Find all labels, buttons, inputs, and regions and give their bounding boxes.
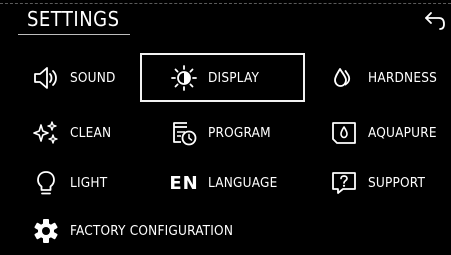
display-label: DISPLAY (208, 69, 260, 86)
question-icon (330, 169, 358, 197)
support-button[interactable]: SUPPORT (330, 166, 425, 200)
aquapure-button[interactable]: AQUAPURE (330, 116, 437, 150)
light-button[interactable]: LIGHT (32, 166, 107, 200)
speaker-icon (32, 64, 60, 92)
water-drops-icon (330, 64, 358, 92)
back-arrow-icon (425, 12, 445, 30)
display-button[interactable]: DISPLAY (140, 53, 305, 102)
program-button[interactable]: PROGRAM (170, 116, 271, 150)
title-underline (18, 34, 130, 35)
sound-label: SOUND (70, 70, 116, 86)
clean-label: CLEAN (70, 125, 112, 141)
factory-configuration-label: FACTORY CONFIGURATION (70, 223, 234, 239)
gear-icon (32, 217, 60, 245)
program-clock-icon (170, 119, 198, 147)
support-label: SUPPORT (368, 175, 426, 191)
factory-configuration-button[interactable]: FACTORY CONFIGURATION (32, 214, 233, 248)
back-button[interactable] (422, 8, 448, 32)
hardness-button[interactable]: HARDNESS (330, 61, 437, 95)
language-en-icon: EN (169, 172, 199, 194)
language-label: LANGUAGE (208, 175, 278, 191)
program-label: PROGRAM (208, 125, 271, 141)
top-divider (0, 3, 451, 4)
light-label: LIGHT (70, 175, 108, 191)
lightbulb-icon (32, 169, 60, 197)
sparkle-icon (32, 119, 60, 147)
sound-button[interactable]: SOUND (32, 61, 116, 95)
hardness-label: HARDNESS (368, 70, 438, 86)
page-title: SETTINGS (27, 7, 120, 31)
aquapure-label: AQUAPURE (368, 125, 437, 141)
language-button[interactable]: EN LANGUAGE (169, 166, 278, 200)
settings-screen: SETTINGS SOUND DISPLAY HARDNESS CLEAN PR… (0, 0, 451, 255)
aquapure-icon (330, 119, 358, 147)
brightness-icon (170, 64, 198, 92)
clean-button[interactable]: CLEAN (32, 116, 111, 150)
